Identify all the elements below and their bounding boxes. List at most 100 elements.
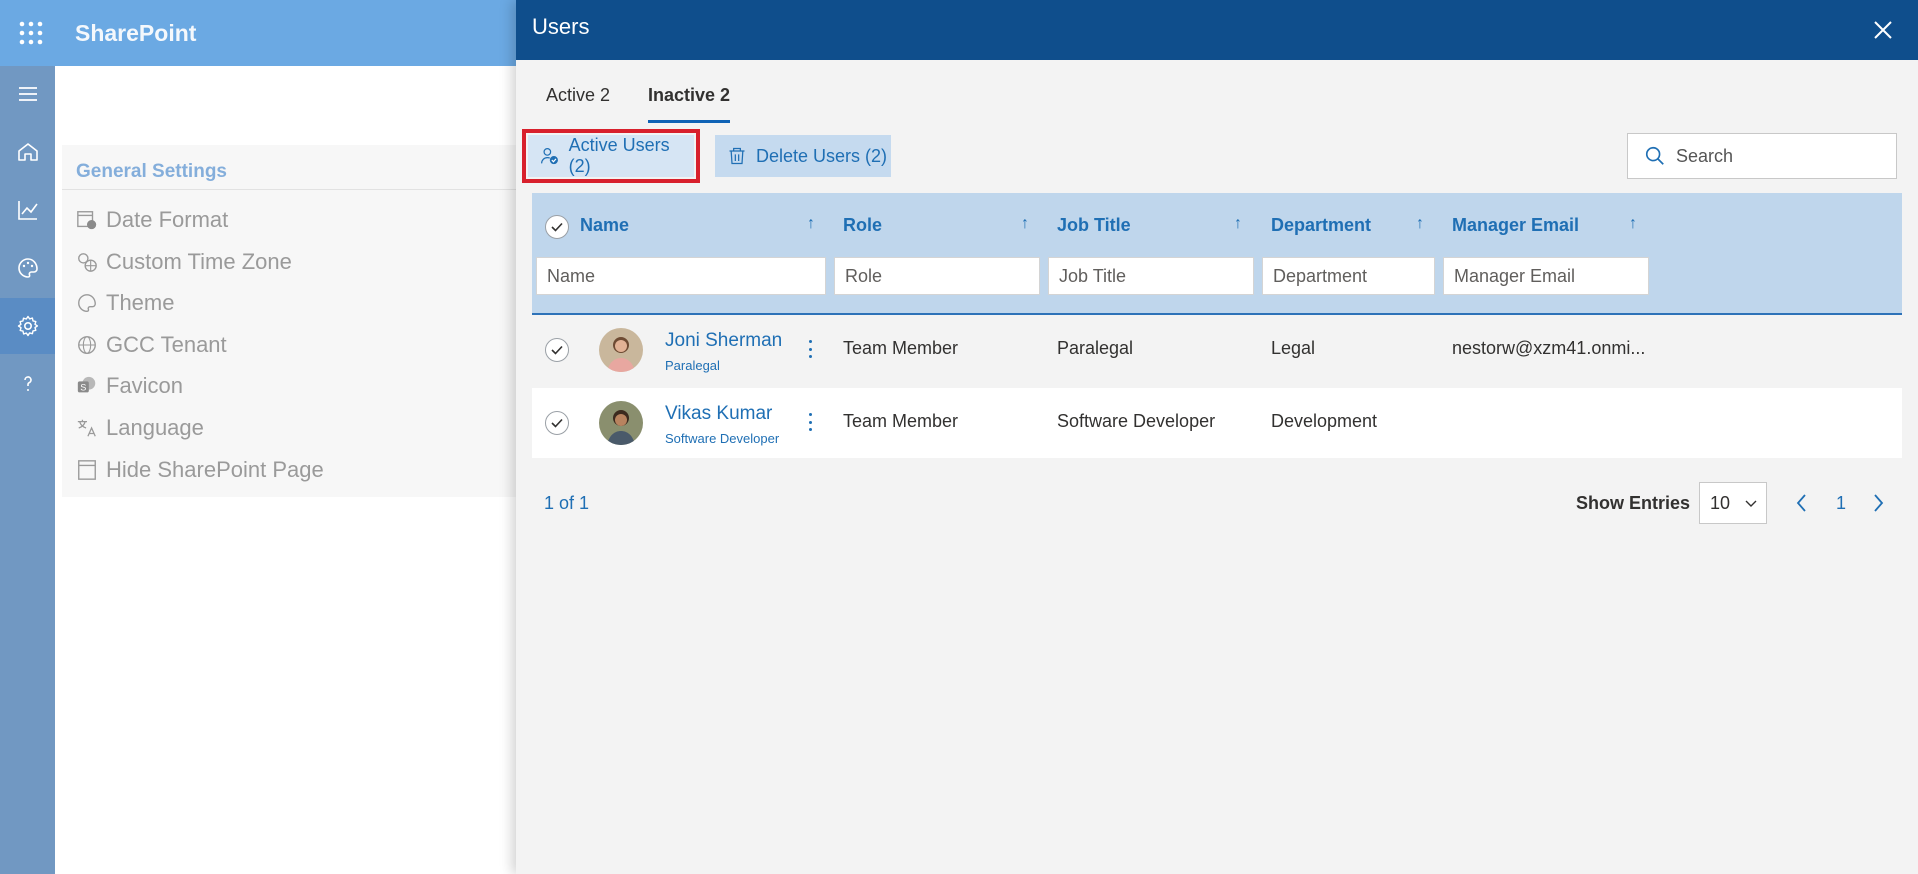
brand-name[interactable]: SharePoint bbox=[75, 20, 196, 47]
record-count: 1 of 1 bbox=[544, 493, 590, 513]
settings-item-theme[interactable]: Theme bbox=[76, 285, 174, 321]
sort-arrow-icon[interactable]: ↑ bbox=[1021, 215, 1029, 233]
column-header-department[interactable]: Department bbox=[1271, 215, 1371, 236]
chart-icon bbox=[17, 201, 38, 220]
delete-users-button[interactable]: Delete Users (2) bbox=[715, 135, 891, 177]
activate-users-button[interactable]: Active Users (2) bbox=[522, 129, 700, 183]
row-checkbox[interactable] bbox=[545, 411, 569, 435]
filter-job-title-input[interactable] bbox=[1048, 257, 1254, 295]
column-header-manager-email[interactable]: Manager Email bbox=[1452, 215, 1579, 236]
table-row[interactable]: Joni Sherman Paralegal Team Member Paral… bbox=[532, 315, 1902, 385]
help-button[interactable] bbox=[0, 356, 55, 412]
settings-item-label: GCC Tenant bbox=[106, 332, 227, 357]
cell-department: Development bbox=[1271, 411, 1378, 431]
user-subtitle: Paralegal bbox=[665, 358, 720, 373]
settings-item-language[interactable]: Language bbox=[76, 410, 204, 446]
calendar-clock-icon bbox=[77, 211, 97, 230]
filter-department-input[interactable] bbox=[1262, 257, 1435, 295]
sort-arrow-icon[interactable]: ↑ bbox=[1629, 215, 1637, 233]
settings-item-date-format[interactable]: Date Format bbox=[76, 202, 228, 238]
sort-arrow-icon[interactable]: ↑ bbox=[1416, 215, 1424, 233]
settings-item-custom-time-zone[interactable]: Custom Time Zone bbox=[76, 244, 292, 280]
current-page[interactable]: 1 bbox=[1836, 493, 1846, 514]
settings-item-hide-sharepoint-page[interactable]: Hide SharePoint Page bbox=[76, 452, 324, 488]
chevron-right-icon[interactable] bbox=[1868, 492, 1888, 514]
sharepoint-logo-icon: S bbox=[77, 376, 96, 393]
checkmark-icon bbox=[551, 345, 563, 355]
globe-clock-icon bbox=[78, 253, 97, 272]
search-box[interactable]: Search bbox=[1627, 133, 1897, 179]
page-size-dropdown[interactable]: 10 bbox=[1699, 482, 1767, 524]
cell-job-title: Software Developer bbox=[1057, 411, 1216, 431]
palette-icon bbox=[17, 258, 38, 278]
analytics-button[interactable] bbox=[0, 182, 55, 238]
grid-header: Name ↑ Role ↑ Job Title ↑ Department ↑ M… bbox=[532, 193, 1902, 315]
row-checkbox[interactable] bbox=[545, 338, 569, 362]
menu-button[interactable] bbox=[0, 66, 55, 122]
hamburger-icon bbox=[18, 87, 37, 101]
avatar bbox=[599, 401, 643, 445]
more-options-icon[interactable] bbox=[804, 337, 816, 361]
more-options-icon[interactable] bbox=[804, 410, 816, 434]
tab-inactive[interactable]: Inactive 2 bbox=[648, 85, 731, 123]
settings-button[interactable] bbox=[0, 298, 55, 354]
panel-header: Users bbox=[516, 0, 1918, 60]
checkmark-icon bbox=[551, 418, 563, 428]
select-all-checkbox[interactable] bbox=[545, 215, 569, 239]
search-placeholder: Search bbox=[1676, 145, 1734, 166]
user-name-link[interactable]: Joni Sherman bbox=[665, 330, 782, 352]
settings-item-gcc-tenant[interactable]: GCC Tenant bbox=[76, 327, 227, 363]
settings-item-label: Language bbox=[106, 415, 204, 440]
chevron-down-icon bbox=[1745, 500, 1757, 507]
tab-active[interactable]: Active 2 bbox=[546, 85, 610, 120]
filter-manager-email-input[interactable] bbox=[1443, 257, 1649, 295]
activate-users-label: Active Users (2) bbox=[568, 135, 670, 176]
app-launcher-icon[interactable] bbox=[16, 18, 46, 48]
cell-role: Team Member bbox=[843, 411, 959, 431]
avatar bbox=[599, 328, 643, 372]
settings-item-label: Hide SharePoint Page bbox=[106, 457, 324, 482]
chevron-left-icon[interactable] bbox=[1792, 492, 1812, 514]
page-icon bbox=[78, 460, 96, 480]
divider bbox=[62, 189, 517, 190]
close-icon bbox=[1874, 21, 1892, 39]
palette-icon bbox=[78, 294, 96, 312]
column-header-name[interactable]: Name bbox=[580, 215, 629, 236]
show-entries-label: Show Entries bbox=[1576, 493, 1691, 513]
filter-role-input[interactable] bbox=[834, 257, 1040, 295]
sort-arrow-icon[interactable]: ↑ bbox=[807, 215, 815, 233]
user-name-link[interactable]: Vikas Kumar bbox=[665, 403, 772, 425]
settings-item-label: Date Format bbox=[106, 207, 229, 232]
trash-icon bbox=[729, 147, 745, 165]
settings-item-label: Favicon bbox=[106, 373, 184, 398]
globe-icon bbox=[78, 336, 96, 354]
left-nav-rail bbox=[0, 66, 55, 874]
sort-arrow-icon[interactable]: ↑ bbox=[1234, 215, 1242, 233]
settings-item-favicon[interactable]: S Favicon bbox=[76, 368, 183, 404]
home-icon bbox=[17, 143, 38, 161]
page-size-value: 10 bbox=[1710, 492, 1731, 513]
user-subtitle: Software Developer bbox=[665, 431, 780, 446]
filter-name-input[interactable] bbox=[536, 257, 826, 295]
general-settings-title: General Settings bbox=[76, 161, 227, 182]
checkmark-icon bbox=[551, 222, 563, 232]
panel-title: Users bbox=[532, 14, 590, 39]
settings-item-label: Theme bbox=[106, 290, 175, 315]
translate-icon bbox=[77, 419, 96, 437]
cell-department: Legal bbox=[1271, 338, 1316, 358]
column-header-role[interactable]: Role bbox=[843, 215, 882, 236]
column-header-job-title[interactable]: Job Title bbox=[1057, 215, 1131, 236]
svg-text:S: S bbox=[80, 383, 86, 393]
settings-item-label: Custom Time Zone bbox=[106, 249, 292, 274]
theme-button[interactable] bbox=[0, 240, 55, 296]
cell-manager-email: nestorw@xzm41.onmi... bbox=[1452, 338, 1646, 358]
table-row[interactable]: Vikas Kumar Software Developer Team Memb… bbox=[532, 388, 1902, 458]
delete-users-label: Delete Users (2) bbox=[756, 145, 888, 166]
gear-icon bbox=[17, 315, 38, 337]
help-icon bbox=[23, 376, 32, 391]
cell-role: Team Member bbox=[843, 338, 959, 358]
home-button[interactable] bbox=[0, 124, 55, 180]
user-check-icon bbox=[541, 148, 558, 165]
users-panel: Users Active 2 Inactive 2 Active Users (… bbox=[516, 0, 1918, 874]
close-button[interactable] bbox=[1868, 15, 1898, 45]
